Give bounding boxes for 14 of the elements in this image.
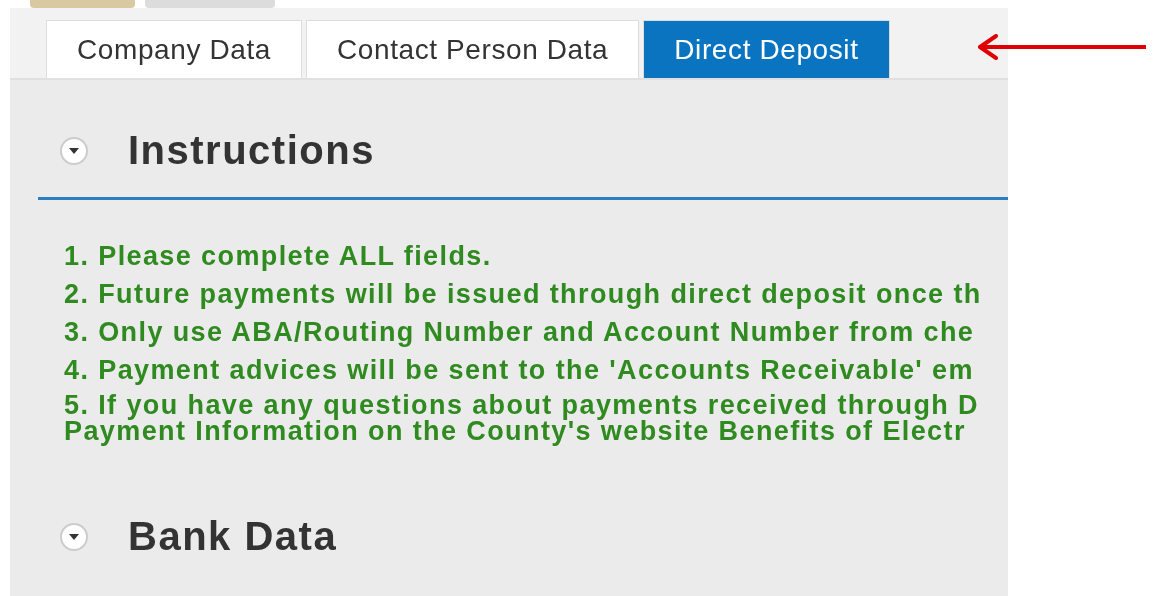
collapse-toggle[interactable]: [60, 522, 88, 551]
instruction-text: 5. If you have any questions about payments received through D: [64, 392, 980, 418]
caret-icon: [68, 532, 80, 541]
instruction-text: 3. Only use ABA/Routing Number and Account Number from che: [64, 316, 976, 348]
caret-icon: [68, 146, 80, 155]
section-title: Instructions: [128, 128, 375, 173]
instruction-text: 1. Please complete ALL fields.: [64, 240, 493, 272]
instruction-text: 2. Future payments will be issued through direct deposit once th: [64, 278, 983, 310]
tab[interactable]: Direct Deposit: [643, 20, 890, 78]
section-title: Bank Data: [128, 514, 338, 559]
instruction-text: 4. Payment advices will be sent to the 'Accounts Receivable' em: [64, 354, 975, 386]
collapse-toggle[interactable]: [60, 136, 88, 165]
tab[interactable]: Company Data: [46, 20, 302, 78]
tab[interactable]: Contact Person Data: [305, 20, 640, 78]
